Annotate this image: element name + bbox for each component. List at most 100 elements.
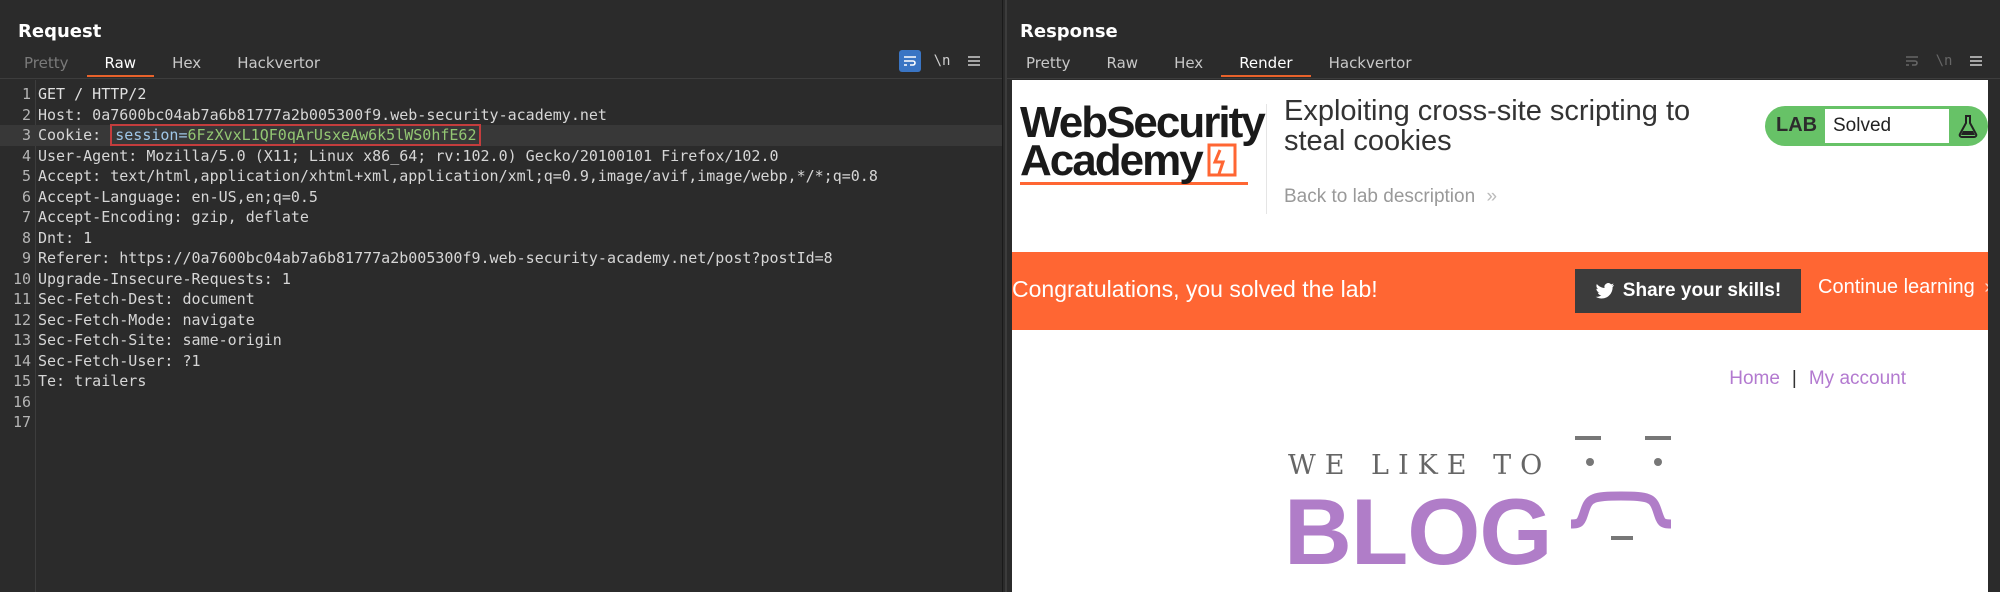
cookie-value: 6FzXvxL1QF0qArUsxeAw6k5lWS0hfE62 <box>187 126 477 144</box>
header-value: 1 <box>74 228 93 247</box>
tab-divider <box>1007 78 2000 79</box>
header-name: Te: <box>38 372 66 390</box>
response-title: Response <box>1020 21 1118 42</box>
response-tabs: Pretty Raw Hex Render Hackvertor <box>1008 52 1430 77</box>
logo-bolt-icon <box>1207 143 1237 177</box>
tab-hackvertor[interactable]: Hackvertor <box>219 52 338 77</box>
tab-raw[interactable]: Raw <box>1089 52 1157 77</box>
lab-status: Solved <box>1825 109 1949 143</box>
line-number: 16 <box>12 392 31 411</box>
line-number: 3 <box>21 126 31 144</box>
header-name: Accept-Encoding: <box>38 208 183 226</box>
header-name: Sec-Fetch-Site: <box>38 331 174 349</box>
logo-line-2: Academy <box>1020 136 1204 185</box>
editor-line[interactable]: 3 Cookie: session=6FzXvxL1QF0qArUsxeAw6k5… <box>0 124 1002 146</box>
newline-icon[interactable]: \n <box>931 50 953 72</box>
editor-line[interactable]: 16 <box>0 392 1002 413</box>
editor-line[interactable]: 6 Accept-Language: en-US,en;q=0.5 <box>0 187 1002 208</box>
tab-pretty[interactable]: Pretty <box>6 52 87 77</box>
request-title: Request <box>18 21 102 42</box>
line-content: Accept-Language: en-US,en;q=0.5 <box>38 187 318 208</box>
header-value: text/html,application/xhtml+xml,applicat… <box>101 167 878 185</box>
line-number: 6 <box>21 187 31 206</box>
site-nav: Home | My account <box>1729 368 1906 390</box>
line-number: 2 <box>21 105 31 124</box>
header-value: trailers <box>65 372 147 390</box>
header-name: Sec-Fetch-Mode: <box>38 310 174 329</box>
double-chevron-right-icon: » <box>1486 186 1498 207</box>
line-content: GET / HTTP/2 <box>38 85 147 103</box>
solved-banner: Congratulations, you solved the lab! Sha… <box>1012 252 1988 330</box>
editor-line[interactable]: 14 Sec-Fetch-User: ?1 <box>0 351 1002 372</box>
header-name: Accept-Language: <box>38 187 183 206</box>
header-value: ?1 <box>173 351 201 370</box>
response-toolbar: \n <box>1901 50 1987 72</box>
line-number: 7 <box>21 208 31 226</box>
request-toolbar: \n <box>899 50 985 72</box>
my-account-link[interactable]: My account <box>1809 368 1906 389</box>
wrap-lines-icon[interactable] <box>1901 50 1923 72</box>
editor-line[interactable]: 15 Te: trailers <box>0 371 1002 392</box>
header-name: Cookie: <box>38 126 102 144</box>
request-editor[interactable]: 1 GET / HTTP/2 2 Host: 0a7600bc04ab7a6b8177… <box>0 80 1002 592</box>
editor-line[interactable]: 4 User-Agent: Mozilla/5.0 (X11; Linux x86… <box>0 146 1002 167</box>
line-content: Host: 0a7600bc04ab7a6b81777a2b005300f9.w… <box>38 105 607 126</box>
line-number: 17 <box>12 413 31 431</box>
tab-pretty[interactable]: Pretty <box>1008 52 1089 77</box>
editor-line[interactable]: 10 Upgrade-Insecure-Requests: 1 <box>0 269 1002 290</box>
tab-hex[interactable]: Hex <box>1156 52 1221 77</box>
tab-render[interactable]: Render <box>1221 52 1311 77</box>
editor-line[interactable]: 7 Accept-Encoding: gzip, deflate <box>0 207 1002 228</box>
line-content: Te: trailers <box>38 371 146 392</box>
line-number: 14 <box>12 351 31 370</box>
editor-line[interactable]: 1 GET / HTTP/2 <box>0 84 1002 105</box>
line-content: Upgrade-Insecure-Requests: 1 <box>38 269 291 290</box>
continue-learning-link[interactable]: Continue learning » <box>1818 276 1988 299</box>
blog-word: BLOG <box>1284 479 1553 584</box>
twitter-icon <box>1595 283 1614 299</box>
header-value: navigate <box>173 310 255 329</box>
share-skills-button[interactable]: Share your skills! <box>1575 269 1801 313</box>
header-value: Mozilla/5.0 (X11; Linux x86_64; rv:102.0… <box>137 146 779 165</box>
header-value: same-origin <box>173 331 282 349</box>
wrap-lines-icon[interactable] <box>899 50 921 72</box>
header-value: gzip, deflate <box>182 208 309 226</box>
back-to-description-link[interactable]: Back to lab description » <box>1284 186 1497 208</box>
line-content: Accept: text/html,application/xhtml+xml,… <box>38 166 878 187</box>
rendered-page: WebSecurity Academy Exploiting cross-sit… <box>1012 80 1988 592</box>
line-number: 12 <box>12 310 31 329</box>
congratulations-message: Congratulations, you solved the lab! <box>1012 276 1378 302</box>
editor-line[interactable]: 5 Accept: text/html,application/xhtml+xml… <box>0 166 1002 187</box>
header-value: 1 <box>272 269 291 288</box>
editor-line[interactable]: 8 Dnt: 1 <box>0 228 1002 249</box>
line-number: 4 <box>21 146 31 165</box>
flask-icon <box>1958 115 1978 138</box>
editor-line[interactable]: 13 Sec-Fetch-Site: same-origin <box>0 330 1002 351</box>
tab-hex[interactable]: Hex <box>154 52 219 77</box>
header-value <box>101 126 110 144</box>
line-number: 15 <box>12 372 31 390</box>
tab-divider <box>0 78 1002 79</box>
header-value: document <box>173 290 255 308</box>
editor-line[interactable]: 9 Referer: https://0a7600bc04ab7a6b81777a… <box>0 248 1002 269</box>
double-chevron-right-icon: » <box>1984 276 1988 298</box>
nav-separator: | <box>1791 368 1797 389</box>
menu-icon[interactable] <box>1965 50 1987 72</box>
home-link[interactable]: Home <box>1729 368 1780 389</box>
editor-line[interactable]: 11 Sec-Fetch-Dest: document <box>0 289 1002 310</box>
newline-icon[interactable]: \n <box>1933 50 1955 72</box>
editor-line[interactable]: 2 Host: 0a7600bc04ab7a6b81777a2b005300f9.… <box>0 105 1002 126</box>
line-content: Sec-Fetch-Site: same-origin <box>38 330 282 351</box>
tab-hackvertor[interactable]: Hackvertor <box>1311 52 1430 77</box>
header-name: Host: <box>38 105 84 124</box>
header-name: Upgrade-Insecure-Requests: <box>38 269 273 288</box>
tab-raw[interactable]: Raw <box>86 52 155 77</box>
header-value: 0a7600bc04ab7a6b81777a2b005300f9.web-sec… <box>83 105 607 124</box>
editor-line[interactable]: 17 <box>0 412 1002 433</box>
line-number: 5 <box>21 167 31 185</box>
share-label: Share your skills! <box>1622 280 1782 301</box>
menu-icon[interactable] <box>963 50 985 72</box>
editor-line[interactable]: 12 Sec-Fetch-Mode: navigate <box>0 310 1002 331</box>
header-name: Dnt: <box>38 228 75 247</box>
header-name: Accept: <box>38 167 102 185</box>
